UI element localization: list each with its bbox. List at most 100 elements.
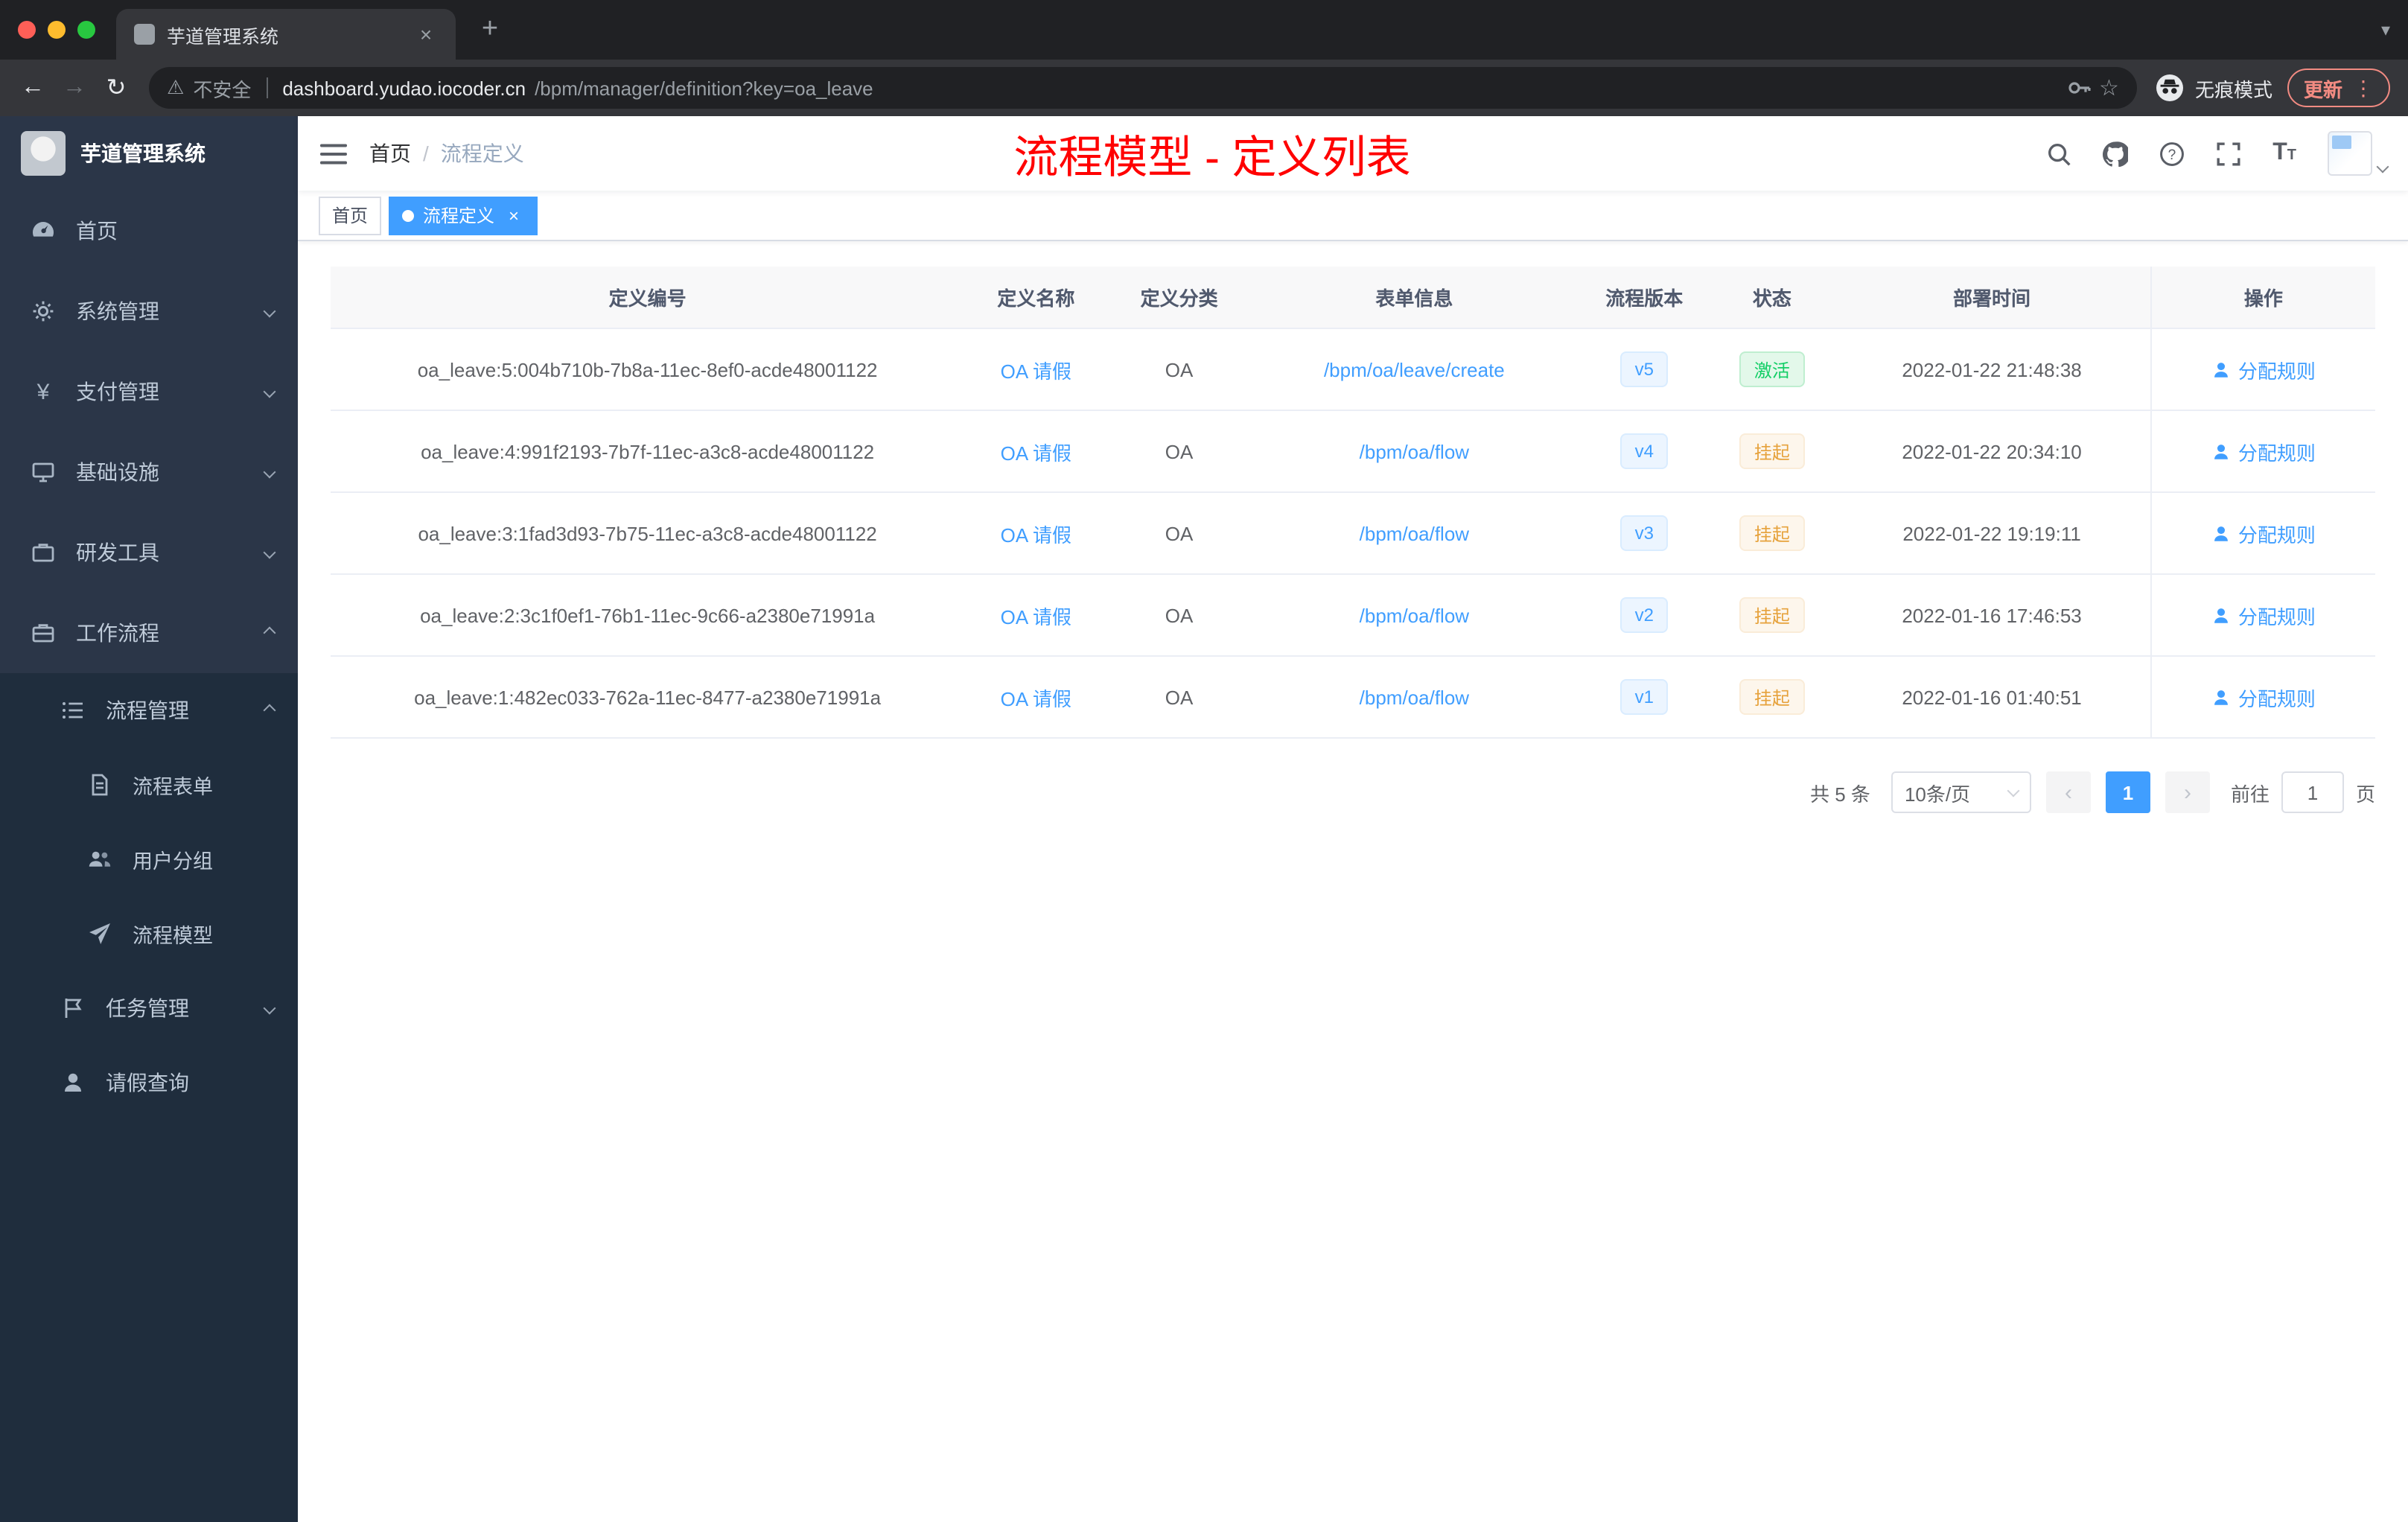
url-path: /bpm/manager/definition?key=oa_leave	[535, 77, 873, 99]
forward-button[interactable]: →	[54, 67, 95, 109]
back-button[interactable]: ←	[12, 67, 54, 109]
cell-category: OA	[1165, 522, 1194, 544]
cell-version: v3	[1578, 493, 1710, 573]
person-icon	[2214, 444, 2228, 459]
goto-page-input[interactable]	[2281, 771, 2344, 813]
sidebar-item-process-form[interactable]: 流程表单	[0, 748, 298, 822]
browser-toolbar: ← → ↻ ⚠ 不安全 dashboard.yudao.iocoder.cn/b…	[0, 60, 2408, 116]
definition-name-link[interactable]: OA 请假	[1001, 519, 1071, 547]
sidebar-item-process-model[interactable]: 流程模型	[0, 897, 298, 971]
col-header-category: 定义分类	[1140, 287, 1218, 310]
assign-rule-link[interactable]: 分配规则	[2211, 437, 2316, 465]
form-info-link[interactable]: /bpm/oa/leave/create	[1324, 358, 1505, 380]
sidebar: 芋道管理系统 首页 系统管理 ¥ 支付管理 基础设施 研发工具 工作流程 流程管…	[0, 116, 298, 1522]
reload-button[interactable]: ↻	[95, 67, 137, 109]
cell-deploy-time: 2022-01-16 01:40:51	[1902, 686, 2082, 708]
assign-rule-link[interactable]: 分配规则	[2211, 683, 2316, 711]
sidebar-logo[interactable]: 芋道管理系统	[0, 116, 298, 191]
gear-icon	[30, 298, 57, 325]
table-row: oa_leave:5:004b710b-7b8a-11ec-8ef0-acde4…	[331, 329, 2375, 411]
sidebar-item-home[interactable]: 首页	[0, 191, 298, 271]
assign-rule-link[interactable]: 分配规则	[2211, 355, 2316, 383]
assign-rule-link[interactable]: 分配规则	[2211, 601, 2316, 629]
cell-definition-name: OA 请假	[964, 493, 1107, 573]
page-size-select[interactable]: 10条/页	[1891, 771, 2031, 813]
new-tab-button[interactable]: +	[471, 10, 509, 49]
definition-table: 定义编号 定义名称 定义分类 表单信息 流程版本 状态 部署时间 操作 oa_l…	[331, 267, 2375, 739]
user-menu[interactable]	[2328, 131, 2389, 176]
assign-rule-label: 分配规则	[2237, 687, 2316, 710]
cell-deploy-time: 2022-01-22 20:34:10	[1902, 440, 2082, 462]
col-header-status: 状态	[1752, 287, 1791, 310]
password-key-icon[interactable]	[2066, 76, 2090, 100]
definition-name-link[interactable]: OA 请假	[1001, 355, 1071, 383]
form-info-link[interactable]: /bpm/oa/flow	[1360, 440, 1469, 462]
sidebar-item-system[interactable]: 系统管理	[0, 271, 298, 351]
update-chip[interactable]: 更新 ⋮	[2287, 69, 2390, 107]
sidebar-item-leave-query[interactable]: 请假查询	[0, 1045, 298, 1120]
tag-home[interactable]: 首页	[319, 196, 382, 235]
cell-form-info: /bpm/oa/flow	[1251, 657, 1578, 737]
form-info-link[interactable]: /bpm/oa/flow	[1360, 686, 1469, 708]
sidebar-item-workflow[interactable]: 工作流程	[0, 593, 298, 673]
cell-form-info: /bpm/oa/flow	[1251, 493, 1578, 573]
bookmark-star-icon[interactable]: ☆	[2099, 74, 2119, 101]
prev-page-button[interactable]: ‹	[2045, 771, 2091, 813]
sidebar-item-process-management[interactable]: 流程管理	[0, 673, 298, 748]
maximize-window-button[interactable]	[77, 21, 95, 39]
page-content: 定义编号 定义名称 定义分类 表单信息 流程版本 状态 部署时间 操作 oa_l…	[298, 241, 2408, 1522]
font-size-icon[interactable]: TT	[2272, 141, 2296, 165]
browser-menu-icon[interactable]: ⋮	[2353, 75, 2374, 101]
avatar[interactable]	[2328, 131, 2372, 176]
sidebar-item-user-group[interactable]: 用户分组	[0, 822, 298, 897]
form-info-link[interactable]: /bpm/oa/flow	[1360, 522, 1469, 544]
tag-close-icon[interactable]: ×	[503, 205, 524, 226]
update-label: 更新	[2303, 78, 2342, 101]
browser-tab[interactable]: 芋道管理系统 ×	[116, 9, 456, 60]
version-tag: v4	[1619, 433, 1669, 469]
form-info-link[interactable]: /bpm/oa/flow	[1360, 604, 1469, 626]
flag-icon	[60, 995, 86, 1022]
close-window-button[interactable]	[18, 21, 36, 39]
version-tag: v5	[1619, 351, 1669, 387]
chevron-down-icon	[263, 305, 276, 318]
cell-category: OA	[1165, 358, 1194, 380]
tab-search-chevron-icon[interactable]: ▾	[2381, 19, 2390, 40]
sidebar-item-payment[interactable]: ¥ 支付管理	[0, 351, 298, 432]
assign-rule-link[interactable]: 分配规则	[2211, 519, 2316, 547]
help-icon[interactable]: ?	[2159, 141, 2185, 166]
col-header-form-info: 表单信息	[1375, 287, 1453, 310]
sidebar-toggle-icon[interactable]	[298, 116, 369, 191]
cell-operation: 分配规则	[2150, 411, 2375, 491]
window-controls	[0, 21, 116, 39]
search-icon[interactable]	[2046, 141, 2071, 166]
definition-name-link[interactable]: OA 请假	[1001, 437, 1071, 465]
cell-definition-id: oa_leave:3:1fad3d93-7b75-11ec-a3c8-acde4…	[418, 522, 877, 544]
yen-icon: ¥	[36, 379, 50, 404]
table-row: oa_leave:1:482ec033-762a-11ec-8477-a2380…	[331, 657, 2375, 739]
logo-image	[21, 131, 66, 176]
sidebar-item-task-management[interactable]: 任务管理	[0, 971, 298, 1045]
sidebar-item-infrastructure[interactable]: 基础设施	[0, 432, 298, 512]
col-header-definition-id: 定义编号	[608, 287, 687, 310]
current-page-button[interactable]: 1	[2105, 771, 2150, 813]
github-icon[interactable]	[2103, 141, 2129, 166]
next-page-button[interactable]: ›	[2165, 771, 2210, 813]
definition-name-link[interactable]: OA 请假	[1001, 683, 1071, 711]
address-bar[interactable]: ⚠ 不安全 dashboard.yudao.iocoder.cn/bpm/man…	[149, 67, 2137, 109]
col-header-operation: 操作	[2150, 267, 2375, 328]
tag-process-definition[interactable]: 流程定义 ×	[389, 196, 538, 235]
definition-name-link[interactable]: OA 请假	[1001, 601, 1071, 629]
minimize-window-button[interactable]	[48, 21, 66, 39]
chevron-down-icon	[263, 465, 276, 479]
breadcrumb-home[interactable]: 首页	[369, 138, 411, 168]
assign-rule-label: 分配规则	[2237, 605, 2316, 628]
fullscreen-icon[interactable]	[2216, 141, 2241, 166]
cell-operation: 分配规则	[2150, 493, 2375, 573]
person-icon	[2214, 608, 2228, 623]
navbar-actions: ? TT	[2046, 131, 2408, 176]
sidebar-item-devtools[interactable]: 研发工具	[0, 512, 298, 593]
document-icon	[86, 771, 113, 798]
tab-close-icon[interactable]: ×	[414, 22, 438, 46]
cell-definition-id: oa_leave:2:3c1f0ef1-76b1-11ec-9c66-a2380…	[420, 604, 876, 626]
